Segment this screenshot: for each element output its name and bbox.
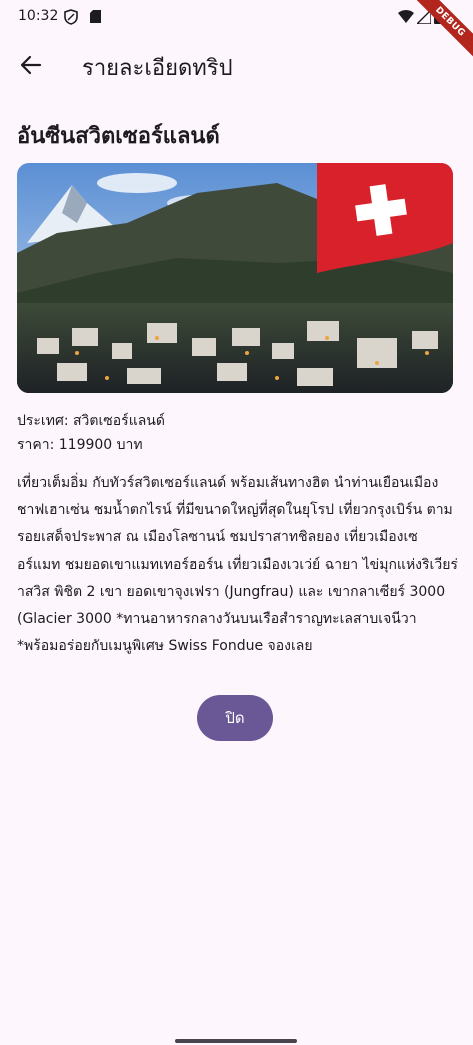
price-text: ราคา: 119900 บาท: [17, 437, 143, 453]
app-bar-title: รายละเอียดทริป: [82, 56, 233, 81]
back-button[interactable]: [14, 48, 48, 82]
shield-icon: [64, 9, 78, 25]
trip-description: เที่ยวเต็มอิ่ม กับทัวร์สวิตเซอร์แลนด์ พร…: [17, 475, 458, 655]
arrow-left-icon: [20, 55, 42, 75]
trip-photo: [17, 163, 453, 393]
app-bar: รายละเอียดทริป: [0, 34, 473, 96]
status-time: 10:32: [18, 8, 59, 24]
sd-card-icon: [90, 10, 101, 23]
status-bar: 10:32 DEBUG: [0, 0, 473, 60]
wifi-icon: [398, 9, 414, 23]
country-text: ประเทศ: สวิตเซอร์แลนด์: [17, 413, 165, 429]
close-button[interactable]: ปิด: [197, 695, 273, 741]
trip-detail-screen: 10:32 DEBUG รายละเอียดทริป อันซีนสวิตเซอ…: [0, 0, 473, 1045]
trip-image: [17, 163, 453, 393]
home-indicator[interactable]: [175, 1039, 297, 1043]
trip-title: อันซีนสวิตเซอร์แลนด์: [17, 124, 220, 149]
